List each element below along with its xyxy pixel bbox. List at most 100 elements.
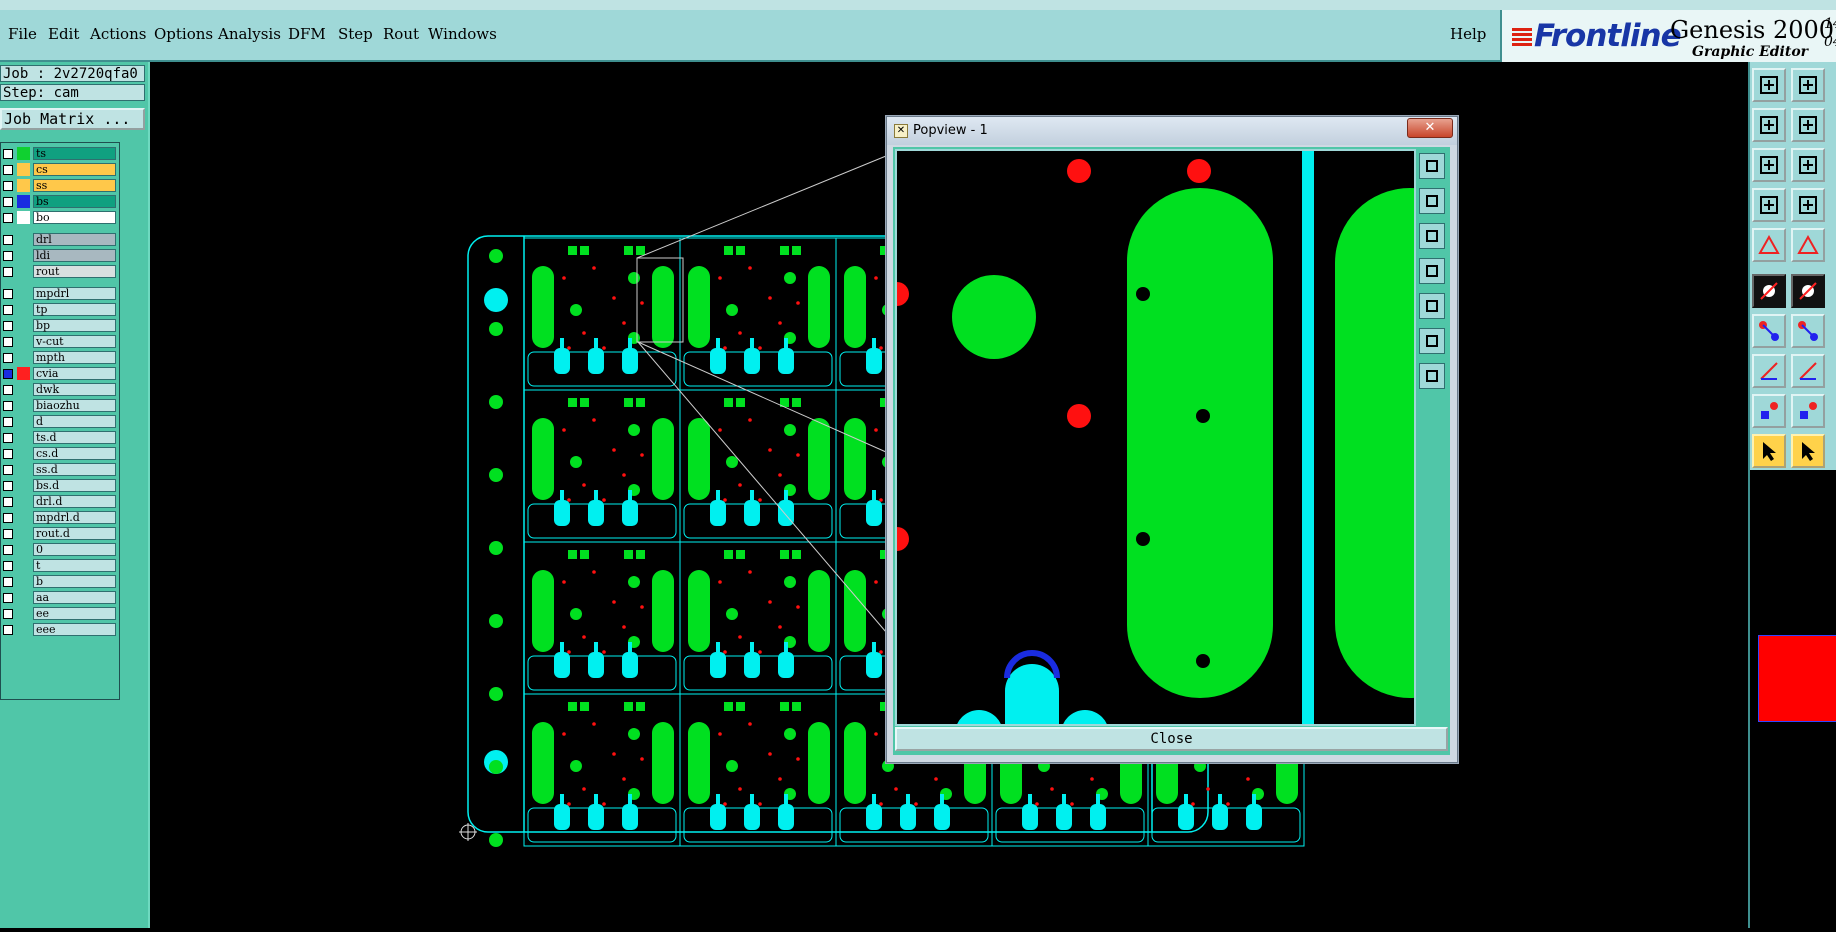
layer-checkbox[interactable] [3, 385, 13, 395]
zoom-out-icon[interactable] [1419, 223, 1445, 249]
layer-checkbox[interactable] [3, 545, 13, 555]
zoom-out-icon[interactable] [1791, 68, 1825, 102]
layer-row-ts.d[interactable]: ts.d [1, 431, 119, 445]
layer-row-d[interactable]: d [1, 415, 119, 429]
layer-color-swatch[interactable] [17, 351, 30, 364]
layer-checkbox[interactable] [3, 289, 13, 299]
triangle-icon[interactable] [1752, 394, 1786, 428]
layer-row-dwk[interactable]: dwk [1, 383, 119, 397]
layer-row-bs.d[interactable]: bs.d [1, 479, 119, 493]
layer-checkbox[interactable] [3, 401, 13, 411]
layer-checkbox[interactable] [3, 561, 13, 571]
layer-checkbox[interactable] [3, 235, 13, 245]
layer-color-swatch[interactable] [17, 575, 30, 588]
layer-color-swatch[interactable] [17, 367, 30, 380]
layer-row-bp[interactable]: bp [1, 319, 119, 333]
layer-color-swatch[interactable] [17, 495, 30, 508]
layer-checkbox[interactable] [3, 497, 13, 507]
layer-row-ss.d[interactable]: ss.d [1, 463, 119, 477]
pan-right-icon[interactable] [1419, 293, 1445, 319]
layer-color-swatch[interactable] [17, 179, 30, 192]
pan-icon[interactable] [1752, 108, 1786, 142]
layer-color-swatch[interactable] [17, 463, 30, 476]
layer-color-swatch[interactable] [17, 543, 30, 556]
layer-color-swatch[interactable] [17, 147, 30, 160]
fit-icon[interactable] [1419, 328, 1445, 354]
layer-checkbox[interactable] [3, 149, 13, 159]
layer-row-ldi[interactable]: ldi [1, 249, 119, 263]
job-matrix-button[interactable]: Job Matrix ... [0, 108, 145, 130]
layer-row-rout[interactable]: rout [1, 265, 119, 279]
layer-checkbox[interactable] [3, 267, 13, 277]
layer-row-drl[interactable]: drl [1, 233, 119, 247]
layer-color-swatch[interactable] [17, 559, 30, 572]
menu-edit[interactable]: Edit [48, 25, 79, 43]
layer-color-swatch[interactable] [17, 287, 30, 300]
layer-color-swatch[interactable] [17, 479, 30, 492]
mini-map[interactable] [1750, 470, 1836, 928]
layer-color-swatch[interactable] [17, 249, 30, 262]
layer-color-swatch[interactable] [17, 195, 30, 208]
layer-checkbox[interactable] [3, 577, 13, 587]
close-button[interactable]: Close [895, 727, 1448, 751]
layer-checkbox[interactable] [3, 609, 13, 619]
pan-left-icon[interactable] [1419, 258, 1445, 284]
layer-checkbox[interactable] [3, 305, 13, 315]
layer-row-drl.d[interactable]: drl.d [1, 495, 119, 509]
layer-color-swatch[interactable] [17, 511, 30, 524]
layer-row-cvia[interactable]: cvia [1, 367, 119, 381]
menu-dfm[interactable]: DFM [288, 25, 326, 43]
measure-icon[interactable] [1752, 188, 1786, 222]
netlist-icon[interactable] [1752, 274, 1786, 308]
layer-row-b[interactable]: b [1, 575, 119, 589]
pointer2-icon[interactable] [1791, 434, 1825, 468]
layer-row-0[interactable]: 0 [1, 543, 119, 557]
zoom-fit-icon[interactable] [1419, 363, 1445, 389]
layer-color-swatch[interactable] [17, 399, 30, 412]
menu-actions[interactable]: Actions [90, 25, 146, 43]
layer-checkbox[interactable] [3, 337, 13, 347]
layer-color-swatch[interactable] [17, 415, 30, 428]
move-icon[interactable] [1791, 148, 1825, 182]
layer-row-mpdrl.d[interactable]: mpdrl.d [1, 511, 119, 525]
layer-checkbox[interactable] [3, 593, 13, 603]
layer-row-cs[interactable]: cs [1, 163, 119, 177]
pad-icon[interactable] [1752, 354, 1786, 388]
layer-checkbox[interactable] [3, 433, 13, 443]
layer-row-rout.d[interactable]: rout.d [1, 527, 119, 541]
menu-help[interactable]: Help [1450, 25, 1486, 43]
layer-checkbox[interactable] [3, 353, 13, 363]
layer-color-swatch[interactable] [17, 163, 30, 176]
cross-icon[interactable] [1791, 274, 1825, 308]
layer-color-swatch[interactable] [17, 623, 30, 636]
close-icon[interactable]: ✕ [1407, 118, 1453, 138]
fit-all-icon[interactable] [1752, 148, 1786, 182]
layer-row-ss[interactable]: ss [1, 179, 119, 193]
layer-color-swatch[interactable] [17, 319, 30, 332]
layer-row-mpth[interactable]: mpth [1, 351, 119, 365]
layer-color-swatch[interactable] [17, 303, 30, 316]
layer-color-swatch[interactable] [17, 527, 30, 540]
layer-checkbox[interactable] [3, 417, 13, 427]
layer-row-t[interactable]: t [1, 559, 119, 573]
layer-color-swatch[interactable] [17, 233, 30, 246]
layer-checkbox[interactable] [3, 513, 13, 523]
restore-icon[interactable] [1419, 153, 1445, 179]
line3-icon[interactable] [1791, 354, 1825, 388]
menu-step[interactable]: Step [338, 25, 373, 43]
layer-row-bo[interactable]: bo [1, 211, 119, 225]
layer-checkbox[interactable] [3, 251, 13, 261]
layer-checkbox[interactable] [3, 321, 13, 331]
grid-icon[interactable] [1791, 188, 1825, 222]
fit-icon[interactable] [1791, 108, 1825, 142]
line-icon[interactable] [1752, 314, 1786, 348]
layer-checkbox[interactable] [3, 625, 13, 635]
zoom-in-icon[interactable] [1752, 68, 1786, 102]
snap-icon[interactable] [1791, 228, 1825, 262]
layer-row-tp[interactable]: tp [1, 303, 119, 317]
layer-color-swatch[interactable] [17, 431, 30, 444]
layer-color-swatch[interactable] [17, 383, 30, 396]
line2-icon[interactable] [1791, 314, 1825, 348]
layer-checkbox[interactable] [3, 465, 13, 475]
select-icon[interactable] [1752, 228, 1786, 262]
